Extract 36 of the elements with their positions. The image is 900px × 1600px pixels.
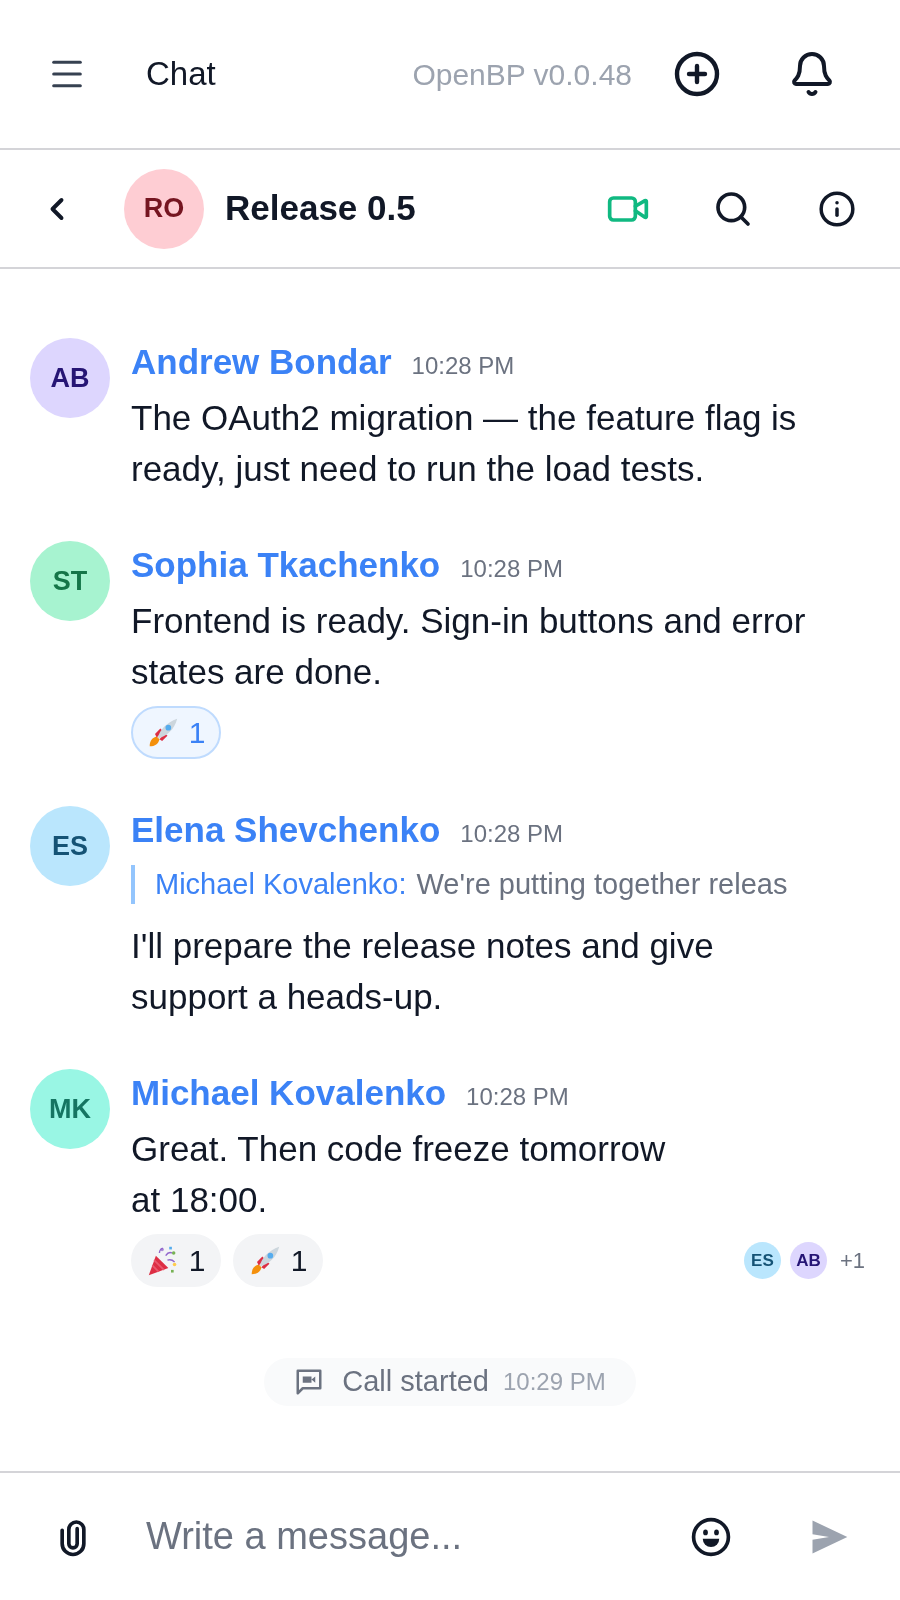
- author-name: Michael Kovalenko: [131, 1072, 447, 1114]
- quote-text: We're putting together releas: [416, 866, 788, 902]
- page-title: Chat: [146, 54, 216, 95]
- message-text: I'll prepare the release notes and give support a heads-up.: [131, 925, 715, 1018]
- author-name: Sophia Tkachenko: [131, 544, 441, 586]
- avatar: AB: [789, 1242, 827, 1279]
- message-time: 10:28 PM: [460, 819, 564, 849]
- reply-quote[interactable]: Michael Kovalenko: We're putting together releas: [131, 865, 865, 904]
- avatar: ST: [30, 541, 110, 621]
- message-text: Frontend is ready. Sign-in buttons and error states are done.: [131, 600, 807, 693]
- version-label: OpenBP v0.0.48: [412, 56, 632, 93]
- avatar: ES: [30, 806, 110, 886]
- avatar: AB: [30, 338, 110, 418]
- reaction-chip[interactable]: 1: [131, 1234, 221, 1287]
- event-text: Call started: [342, 1364, 489, 1400]
- party-popper-icon: [146, 1244, 179, 1277]
- quote-author: Michael Kovalenko:: [155, 866, 407, 902]
- read-count: +1: [839, 1247, 865, 1275]
- chat-title: Release 0.5: [225, 187, 416, 230]
- avatar: MK: [30, 1069, 110, 1149]
- message-time: 10:28 PM: [460, 554, 563, 584]
- info-icon: [818, 189, 856, 228]
- author-name: Elena Shevchenko: [131, 809, 441, 851]
- message-input[interactable]: Write a message...: [146, 1506, 668, 1567]
- event-time: 10:29 PM: [502, 1367, 606, 1397]
- message-text: Great. Then code freeze tomorrow at 18:00.: [131, 1128, 667, 1221]
- message-time: 10:28 PM: [466, 1082, 569, 1112]
- reaction-chip[interactable]: 1: [233, 1234, 323, 1287]
- video-chat-icon: [294, 1367, 325, 1397]
- message-text: The OAuth2 migration — the feature flag is ready, just need to run the load tests.: [131, 397, 798, 490]
- message-time: 10:28 PM: [411, 351, 515, 381]
- avatar: RO: [124, 168, 204, 249]
- plus-icon: [673, 50, 721, 98]
- author-name: Andrew Bondar: [131, 341, 392, 383]
- new-chat-button[interactable]: [672, 49, 722, 99]
- avatar: ES: [743, 1242, 781, 1279]
